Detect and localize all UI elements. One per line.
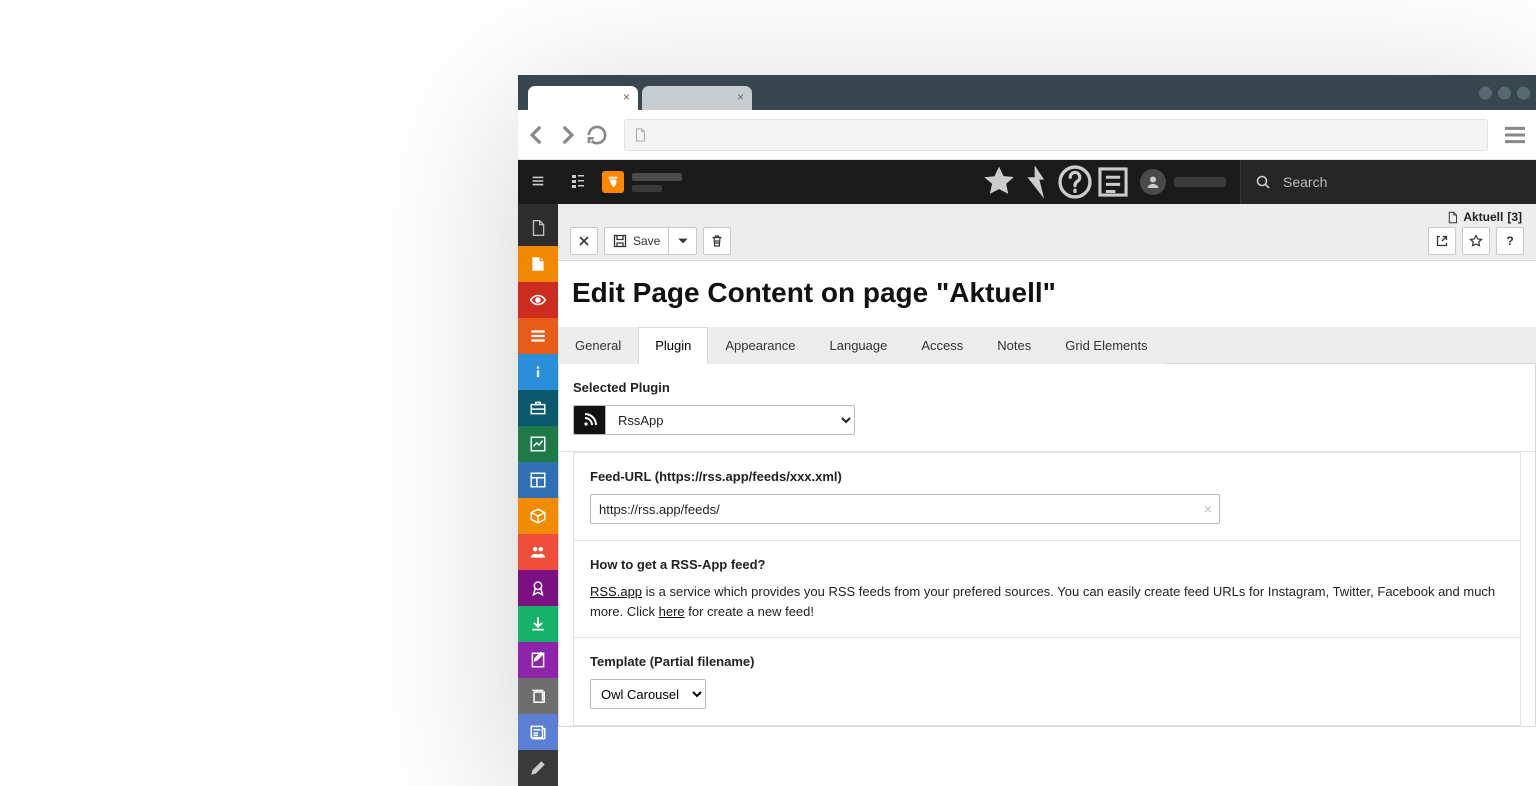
feed-url-input[interactable]: [590, 494, 1220, 524]
rss-help-heading: How to get a RSS-App feed?: [590, 557, 1504, 572]
rss-here-link[interactable]: here: [659, 604, 685, 619]
browser-titlebar: × ×: [518, 75, 1536, 110]
module-layout[interactable]: [518, 462, 558, 498]
help-icon[interactable]: [1056, 160, 1094, 204]
menu-button[interactable]: [1500, 120, 1530, 150]
help-button[interactable]: ?: [1496, 227, 1524, 255]
module-workspaces[interactable]: [518, 390, 558, 426]
selected-plugin-label: Selected Plugin: [573, 380, 1521, 395]
page-icon: [633, 128, 647, 142]
module-tool[interactable]: [518, 750, 558, 786]
page-title: Edit Page Content on page "Aktuell": [558, 277, 1536, 327]
module-ext[interactable]: [518, 498, 558, 534]
module-forms[interactable]: [518, 642, 558, 678]
tab-appearance[interactable]: Appearance: [708, 327, 812, 364]
window-dot[interactable]: [1498, 86, 1511, 99]
window-controls: [1479, 86, 1530, 99]
module-install[interactable]: [518, 606, 558, 642]
page-path: Aktuell [3]: [1446, 210, 1522, 224]
module-sidebar: [518, 204, 558, 786]
save-button[interactable]: Save: [604, 227, 669, 255]
template-select[interactable]: Owl Carousel: [590, 679, 706, 709]
tab-plugin[interactable]: Plugin: [638, 327, 708, 364]
trash-icon: [710, 234, 724, 248]
search-placeholder: Search: [1283, 174, 1327, 190]
brand-name: [632, 173, 682, 181]
collapse-sidebar-button[interactable]: [518, 173, 558, 192]
external-link-icon: [1435, 234, 1449, 248]
module-templates[interactable]: [518, 678, 558, 714]
tab-access[interactable]: Access: [904, 327, 980, 364]
module-view[interactable]: [518, 282, 558, 318]
module-award[interactable]: [518, 570, 558, 606]
reload-button[interactable]: [584, 120, 610, 150]
typo3-logo-icon: [602, 171, 624, 193]
star-icon: [1469, 234, 1483, 248]
tab-notes[interactable]: Notes: [980, 327, 1048, 364]
bookmark-button[interactable]: [1462, 227, 1490, 255]
plugin-panel: Selected Plugin RssApp: [558, 364, 1536, 727]
plugin-select[interactable]: RssApp: [605, 405, 855, 435]
search-icon: [1255, 174, 1271, 190]
brand: [602, 171, 682, 193]
page-icon: [1446, 211, 1459, 224]
user-menu[interactable]: [1132, 169, 1240, 195]
chevron-down-icon: [676, 234, 690, 248]
module-news[interactable]: [518, 714, 558, 750]
toggle-tree-button[interactable]: [558, 173, 598, 192]
open-new-window-button[interactable]: [1428, 227, 1456, 255]
feed-url-label: Feed-URL (https://rss.app/feeds/xxx.xml): [590, 469, 1504, 484]
content-tabs: GeneralPluginAppearanceLanguageAccessNot…: [558, 327, 1536, 364]
brand-version: [632, 185, 662, 192]
module-page[interactable]: [518, 210, 558, 246]
tab-language[interactable]: Language: [813, 327, 905, 364]
save-icon: [613, 234, 627, 248]
avatar-icon: [1140, 169, 1166, 195]
rss-app-link[interactable]: RSS.app: [590, 584, 642, 599]
reports-icon[interactable]: [1094, 160, 1132, 204]
window-dot[interactable]: [1479, 86, 1492, 99]
window-dot[interactable]: [1517, 86, 1530, 99]
module-list[interactable]: [518, 318, 558, 354]
close-icon[interactable]: ×: [737, 91, 744, 103]
save-dropdown-button[interactable]: [669, 227, 697, 255]
global-search[interactable]: Search: [1240, 160, 1536, 204]
template-label: Template (Partial filename): [590, 654, 1504, 669]
bookmark-icon[interactable]: [980, 160, 1018, 204]
tab-general[interactable]: General: [558, 327, 638, 364]
app-header: Search: [518, 160, 1536, 204]
rss-help-text: RSS.app is a service which provides you …: [590, 582, 1504, 621]
clear-input-icon[interactable]: ×: [1204, 501, 1212, 517]
user-name: [1174, 177, 1226, 187]
module-dashboard[interactable]: [518, 426, 558, 462]
close-icon[interactable]: ×: [623, 91, 630, 103]
url-bar[interactable]: [624, 119, 1488, 151]
module-users[interactable]: [518, 534, 558, 570]
module-toolbar: Save: [558, 204, 1536, 260]
browser-tab[interactable]: ×: [642, 86, 752, 110]
tab-grid-elements[interactable]: Grid Elements: [1048, 327, 1164, 364]
browser-tab[interactable]: ×: [528, 86, 638, 110]
module-page-mod[interactable]: [518, 246, 558, 282]
back-button[interactable]: [524, 120, 550, 150]
close-button[interactable]: [570, 227, 598, 255]
forward-button[interactable]: [554, 120, 580, 150]
browser-toolbar: [518, 110, 1536, 160]
cache-icon[interactable]: [1018, 160, 1056, 204]
rss-icon: [573, 405, 605, 435]
delete-button[interactable]: [703, 227, 731, 255]
module-info[interactable]: [518, 354, 558, 390]
